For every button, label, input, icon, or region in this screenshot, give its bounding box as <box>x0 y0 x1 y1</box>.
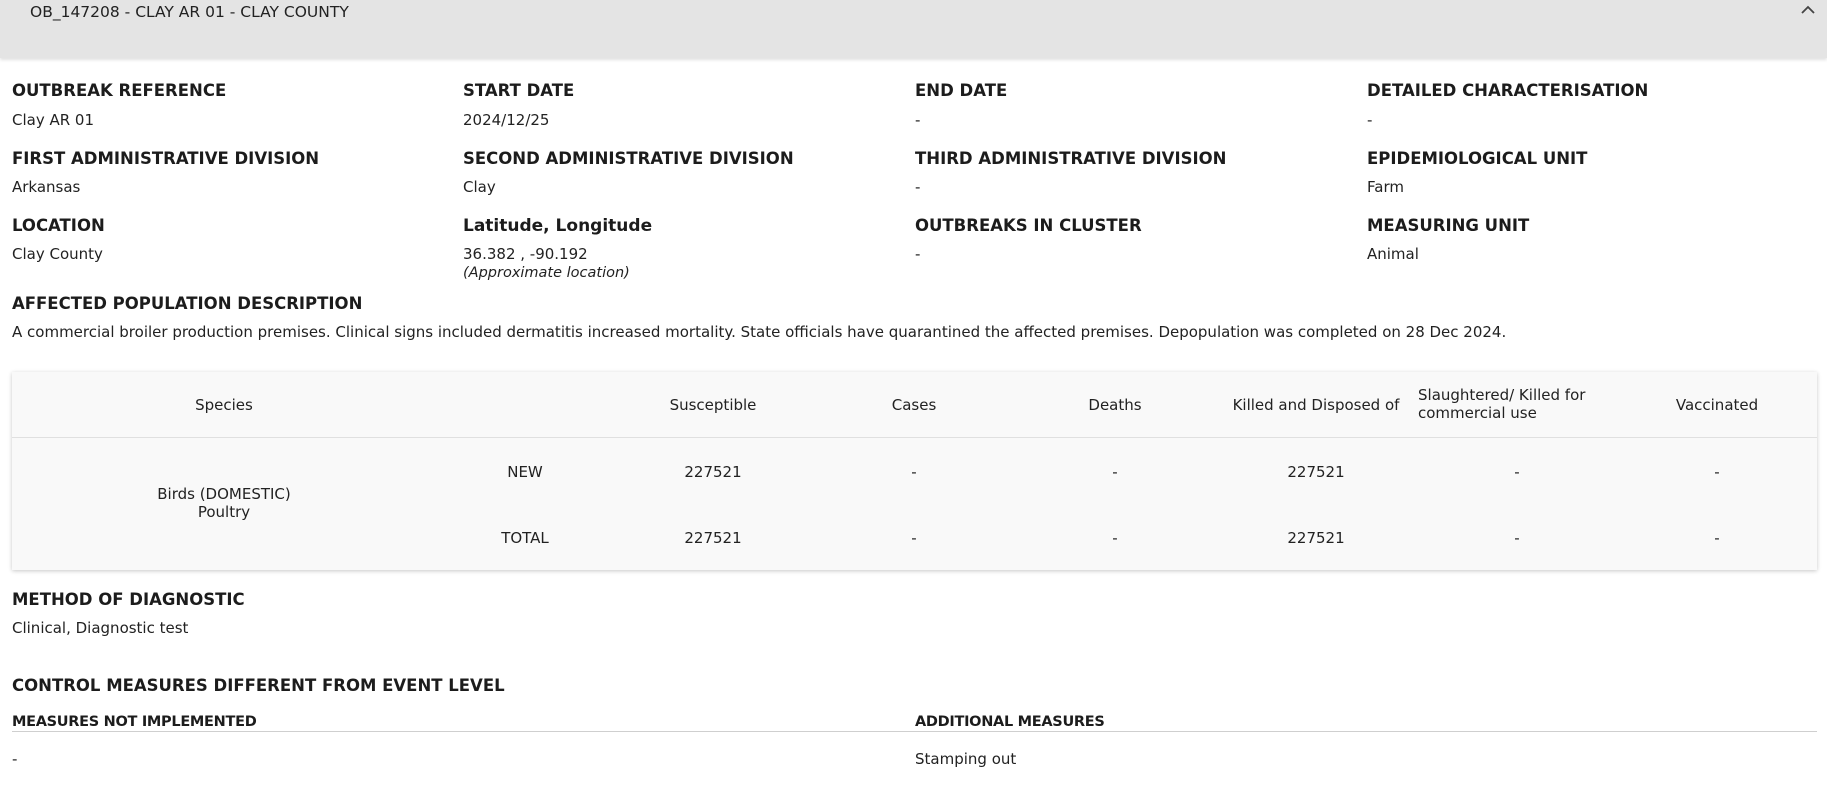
outbreak-reference-label: OUTBREAK REFERENCE <box>12 81 227 100</box>
col-header-slaughtered-line1: Slaughtered/ Killed for <box>1418 386 1586 404</box>
measuring-unit-value: Animal <box>1367 245 1419 263</box>
third-admin-division-value: - <box>915 178 921 196</box>
col-header-susceptible: Susceptible <box>669 396 757 414</box>
species-table: Species Susceptible Cases Deaths Killed … <box>12 372 1817 570</box>
header-divider <box>12 437 1817 438</box>
col-header-species: Species <box>195 396 253 414</box>
start-date-value: 2024/12/25 <box>463 111 550 129</box>
total-vaccinated: - <box>1714 529 1720 547</box>
total-slaughtered: - <box>1514 529 1520 547</box>
detailed-characterisation-value: - <box>1367 111 1373 129</box>
third-admin-division-label: THIRD ADMINISTRATIVE DIVISION <box>915 149 1227 168</box>
species-name: Birds (DOMESTIC) <box>157 485 291 503</box>
first-admin-division-label: FIRST ADMINISTRATIVE DIVISION <box>12 149 320 168</box>
lat-long-value: 36.382 , -90.192 <box>463 245 588 263</box>
new-deaths: - <box>1112 463 1118 481</box>
measures-not-implemented-value: - <box>12 750 18 768</box>
end-date-value: - <box>915 111 921 129</box>
col-header-deaths: Deaths <box>1088 396 1142 414</box>
new-slaughtered: - <box>1514 463 1520 481</box>
lat-long-label: Latitude, Longitude <box>463 216 653 236</box>
location-value: Clay County <box>12 245 103 263</box>
total-killed: 227521 <box>1287 529 1345 547</box>
start-date-label: START DATE <box>463 81 575 100</box>
col-header-cases: Cases <box>891 396 937 414</box>
outbreak-reference-value: Clay AR 01 <box>12 111 95 129</box>
species-group: Poultry <box>197 503 251 521</box>
total-cases: - <box>911 529 917 547</box>
control-measures-label: CONTROL MEASURES DIFFERENT FROM EVENT LE… <box>12 676 505 695</box>
epidemiological-unit-label: EPIDEMIOLOGICAL UNIT <box>1367 149 1588 168</box>
method-of-diagnostic-label: METHOD OF DIAGNOSTIC <box>12 590 245 609</box>
species-cell: Birds (DOMESTIC) Poultry <box>52 485 396 521</box>
detailed-characterisation-label: DETAILED CHARACTERISATION <box>1367 81 1649 100</box>
second-admin-division-label: SECOND ADMINISTRATIVE DIVISION <box>463 149 794 168</box>
outbreak-title: OB_147208 - CLAY AR 01 - CLAY COUNTY <box>30 3 349 21</box>
first-admin-division-value: Arkansas <box>12 178 81 196</box>
new-susceptible: 227521 <box>684 463 742 481</box>
row-type-total: TOTAL <box>501 529 549 547</box>
approximate-location-note: (Approximate location) <box>463 265 630 281</box>
total-deaths: - <box>1112 529 1118 547</box>
col-header-slaughtered: Slaughtered/ Killed for commercial use <box>1418 386 1585 422</box>
epidemiological-unit-value: Farm <box>1367 178 1404 196</box>
col-header-slaughtered-line2: commercial use <box>1418 404 1537 422</box>
method-of-diagnostic-value: Clinical, Diagnostic test <box>12 619 189 637</box>
measuring-unit-label: MEASURING UNIT <box>1367 216 1530 235</box>
col-header-killed: Killed and Disposed of <box>1232 396 1400 414</box>
measures-not-implemented-label: MEASURES NOT IMPLEMENTED <box>12 714 257 730</box>
affected-population-label: AFFECTED POPULATION DESCRIPTION <box>12 294 363 313</box>
new-vaccinated: - <box>1714 463 1720 481</box>
additional-measures-value: Stamping out <box>915 750 1017 768</box>
additional-measures-label: ADDITIONAL MEASURES <box>915 714 1105 730</box>
outbreaks-in-cluster-label: OUTBREAKS IN CLUSTER <box>915 216 1142 235</box>
measures-divider <box>12 731 1817 732</box>
col-header-vaccinated: Vaccinated <box>1675 396 1759 414</box>
outbreaks-in-cluster-value: - <box>915 245 921 263</box>
second-admin-division-value: Clay <box>463 178 496 196</box>
row-type-new: NEW <box>507 463 543 481</box>
location-label: LOCATION <box>12 216 105 235</box>
new-cases: - <box>911 463 917 481</box>
outbreak-header[interactable]: OB_147208 - CLAY AR 01 - CLAY COUNTY <box>0 0 1827 58</box>
total-susceptible: 227521 <box>684 529 742 547</box>
new-killed: 227521 <box>1287 463 1345 481</box>
affected-population-text: A commercial broiler production premises… <box>12 323 1507 341</box>
chevron-up-icon[interactable] <box>1797 2 1819 18</box>
end-date-label: END DATE <box>915 81 1008 100</box>
